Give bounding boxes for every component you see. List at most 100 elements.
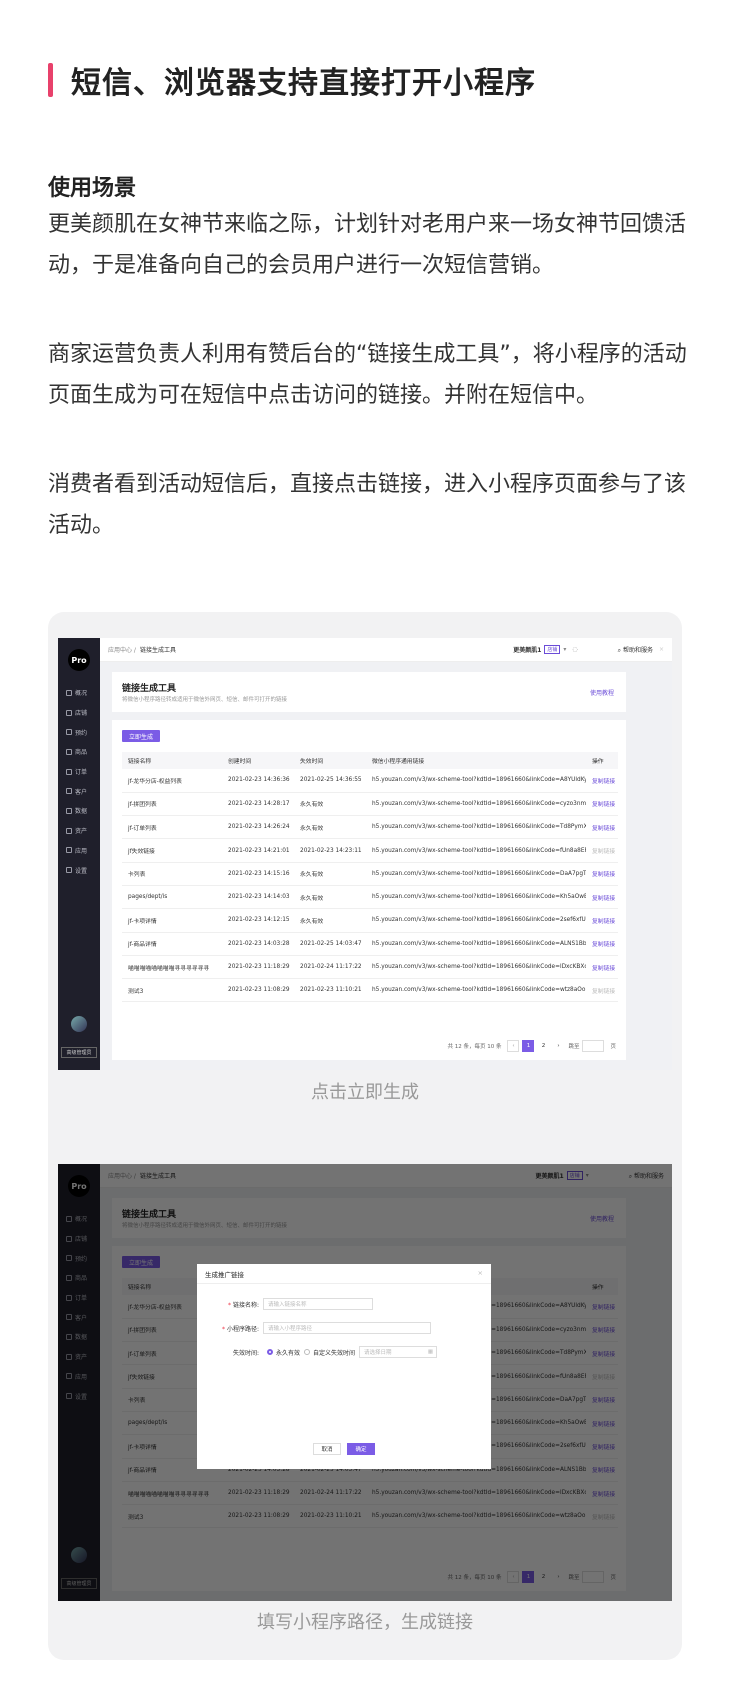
- breadcrumb-root[interactable]: 应用中心 /: [108, 645, 136, 654]
- cell-name: 测试3: [122, 978, 222, 1003]
- sidebar-item[interactable]: 概况: [58, 683, 100, 703]
- tutorial-link[interactable]: 使用教程: [590, 688, 614, 697]
- help-service[interactable]: ⌕ 帮助和服务: [618, 645, 653, 655]
- help-label: 帮助和服务: [622, 646, 653, 654]
- table-row: jf-订单列表2021-02-23 14:26:24永久有效h5.youzan.…: [122, 815, 618, 840]
- create-button[interactable]: 立即生成: [122, 730, 160, 742]
- sidebar-item[interactable]: 应用: [58, 841, 100, 861]
- sidebar-item-label: 店铺: [75, 710, 88, 718]
- date-picker[interactable]: 请选择日期 ▦: [359, 1346, 438, 1358]
- copy-link-button[interactable]: 复制链接: [586, 978, 618, 1003]
- copy-link-button[interactable]: 复制链接: [586, 792, 618, 817]
- caption-1: 点击立即生成: [311, 1082, 419, 1103]
- close-icon[interactable]: ×: [659, 646, 664, 653]
- column-header: 操作: [586, 752, 618, 769]
- cell-name: jf-龙华分店-权益列表: [122, 769, 222, 793]
- mini-program-path-input[interactable]: 请输入小程序路径: [263, 1322, 431, 1334]
- store-icon: [66, 709, 72, 716]
- sidebar: Pro 概况店铺预约商品订单客户数据资产应用设置 高级管理员: [58, 638, 100, 1070]
- cell-created: 2021-02-23 14:14:03: [222, 885, 294, 910]
- cell-created: 2021-02-23 14:28:17: [222, 792, 294, 817]
- cell-link: h5.youzan.com/v3/wx-scheme-tool?kdtId=18…: [366, 978, 586, 1003]
- shop-tag: 店铺: [544, 645, 561, 654]
- expire-label: 失效时间:: [232, 1349, 259, 1357]
- table-header: 链接名称创建时间失效时间微信小程序通用链接操作: [122, 752, 618, 769]
- date-placeholder: 请选择日期: [364, 1350, 392, 1356]
- copy-link-button[interactable]: 复制链接: [586, 769, 618, 793]
- copy-link-button[interactable]: 复制链接: [586, 955, 618, 980]
- opt-forever-label[interactable]: 永久有效: [276, 1348, 300, 1357]
- sidebar-item[interactable]: 客户: [58, 781, 100, 801]
- table-row: 卡列表2021-02-23 14:15:16永久有效h5.youzan.com/…: [122, 862, 618, 886]
- cell-name: jf-订单列表: [122, 815, 222, 840]
- cell-link: h5.youzan.com/v3/wx-scheme-tool?kdtId=18…: [366, 838, 586, 863]
- copy-link-button[interactable]: 复制链接: [586, 815, 618, 840]
- column-header: 链接名称: [122, 752, 222, 769]
- caption-2: 填写小程序路径，生成链接: [257, 1612, 473, 1633]
- overview-icon: [66, 689, 72, 696]
- cell-name: 喵喵喵喵喵喵喵喵寻寻寻寻寻寻: [122, 955, 222, 980]
- cell-created: 2021-02-23 14:03:28: [222, 932, 294, 956]
- screenshot-frame: Pro 概况 店铺 预约 商品 订单 客户 数据 资产 应用 设置 高级管理员 应用中心 / 链接…: [48, 612, 682, 1660]
- copy-link-button[interactable]: 复制链接: [586, 885, 618, 910]
- confirm-button[interactable]: 确定: [347, 1443, 375, 1455]
- chevron-down-icon[interactable]: ▾: [563, 646, 566, 653]
- jump-input[interactable]: [582, 1040, 605, 1052]
- link-table: 链接名称创建时间失效时间微信小程序通用链接操作 jf-龙华分店-权益列表2021…: [122, 752, 618, 1003]
- cell-link: h5.youzan.com/v3/wx-scheme-tool?kdtId=18…: [366, 862, 586, 886]
- cell-expires: 永久有效: [294, 885, 366, 910]
- message-icon[interactable]: ◌: [572, 646, 577, 653]
- radio-custom[interactable]: [304, 1349, 311, 1355]
- copy-link-button[interactable]: 复制链接: [586, 908, 618, 933]
- paragraph-3: 消费者看到活动短信后，直接点击链接，进入小程序页面参与了该活动。: [48, 472, 687, 538]
- copy-link-button[interactable]: 复制链接: [586, 932, 618, 956]
- close-icon[interactable]: ×: [478, 1269, 483, 1277]
- sidebar-item-label: 预约: [75, 729, 88, 737]
- pro-logo: Pro: [68, 649, 90, 671]
- page-subtitle: 将微信小程序路径转成适用于微信外网页、短信、邮件可打开的链接: [122, 697, 288, 703]
- asset-icon: [66, 827, 72, 834]
- copy-link-button[interactable]: 复制链接: [586, 862, 618, 886]
- cell-link: h5.youzan.com/v3/wx-scheme-tool?kdtId=18…: [366, 932, 586, 956]
- cell-expires: 2021-02-25 14:03:47: [294, 932, 366, 956]
- cell-created: 2021-02-23 14:12:15: [222, 908, 294, 933]
- shop-name[interactable]: 更美颜肌1: [513, 645, 541, 654]
- cell-name: jf-商品详情: [122, 932, 222, 956]
- link-name-input[interactable]: 请输入链接名称: [263, 1298, 373, 1310]
- page-2[interactable]: 2: [537, 1040, 549, 1052]
- sidebar-item[interactable]: 资产: [58, 821, 100, 841]
- sidebar-item[interactable]: 商品: [58, 742, 100, 762]
- calendar-icon: [66, 729, 72, 736]
- table-row: jf-拼团列表2021-02-23 14:28:17永久有效h5.youzan.…: [122, 792, 618, 817]
- cell-link: h5.youzan.com/v3/wx-scheme-tool?kdtId=18…: [366, 792, 586, 817]
- sidebar-item[interactable]: 订单: [58, 762, 100, 782]
- avatar[interactable]: [71, 1016, 87, 1032]
- pager-summary: 共 12 条，每页 10 条: [447, 1044, 502, 1050]
- radio-forever[interactable]: [267, 1349, 273, 1355]
- jump-label: 跳至: [568, 1044, 580, 1050]
- breadcrumb-current: 链接生成工具: [139, 647, 176, 654]
- path-label-wrap: * 小程序路径:: [197, 1324, 259, 1333]
- cancel-button[interactable]: 取消: [313, 1443, 341, 1455]
- column-header: 创建时间: [222, 752, 294, 769]
- modal-buttons: 取消 确定: [313, 1443, 381, 1455]
- sidebar-item-label: 设置: [75, 867, 88, 875]
- sidebar-item[interactable]: 数据: [58, 801, 100, 821]
- cell-expires: 2021-02-25 14:36:55: [294, 769, 366, 793]
- expire-row: 失效时间: 永久有效 自定义失效时间 请选择日期 ▦: [197, 1346, 438, 1358]
- cell-expires: 永久有效: [294, 815, 366, 840]
- sidebar-item[interactable]: 设置: [58, 860, 100, 880]
- page-1[interactable]: 1: [522, 1040, 535, 1052]
- cell-created: 2021-02-23 14:36:36: [222, 769, 294, 793]
- article-title-text: 短信、浏览器支持直接打开小程序: [71, 66, 536, 101]
- cell-name: jf-卡项详情: [122, 908, 222, 933]
- sidebar-item[interactable]: 店铺: [58, 703, 100, 723]
- prev-page-icon[interactable]: ‹: [507, 1040, 520, 1052]
- sidebar-item[interactable]: 预约: [58, 722, 100, 742]
- opt-custom-label[interactable]: 自定义失效时间: [313, 1348, 355, 1357]
- next-page-icon[interactable]: ›: [552, 1040, 564, 1052]
- copy-link-button[interactable]: 复制链接: [586, 838, 618, 863]
- page-title: 链接生成工具: [122, 684, 177, 694]
- page-header: 链接生成工具 将微信小程序路径转成适用于微信外网页、短信、邮件可打开的链接 使用…: [112, 672, 626, 712]
- cell-link: h5.youzan.com/v3/wx-scheme-tool?kdtId=18…: [366, 769, 586, 793]
